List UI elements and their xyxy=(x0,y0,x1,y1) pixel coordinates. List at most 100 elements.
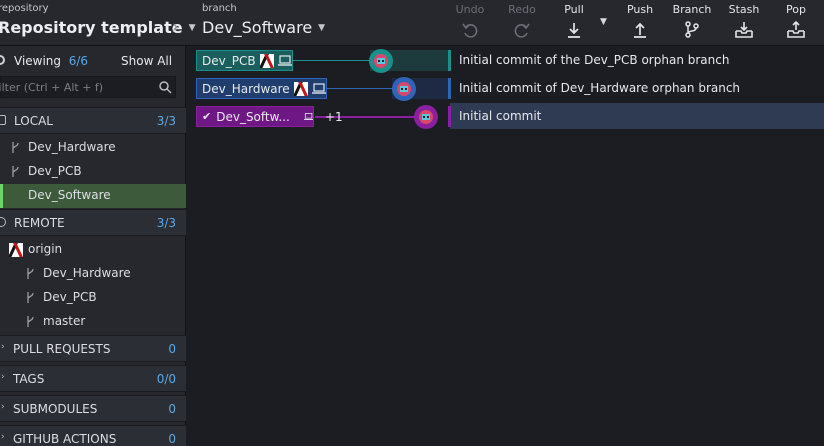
remote-branch-label: Dev_Hardware xyxy=(43,266,131,280)
push-label: Push xyxy=(626,3,654,16)
viewing-label: Viewing xyxy=(14,54,62,68)
pull-requests-title: PULL REQUESTS xyxy=(13,342,111,356)
local-title: LOCAL xyxy=(14,114,53,128)
branch-icon xyxy=(685,21,699,38)
stash-button[interactable]: Stash xyxy=(718,3,770,39)
avatar-glyph xyxy=(374,54,388,68)
undo-label: Undo xyxy=(455,3,485,16)
author-avatar-icon xyxy=(414,105,438,129)
remote-branch-label: Dev_PCB xyxy=(43,290,97,304)
local-branch-label: Dev_Software xyxy=(28,188,111,202)
pull-label: Pull xyxy=(564,3,584,16)
laptop-icon xyxy=(303,113,313,120)
branch-button[interactable]: Branch xyxy=(666,3,718,39)
commit-row[interactable]: Dev_PCB Initial commit of the Dev_PCB or… xyxy=(187,47,824,73)
remote-origin-label: origin xyxy=(28,242,63,256)
submodules-title: SUBMODULES xyxy=(13,402,98,416)
submodules-count: 0 xyxy=(168,402,176,416)
commit-row[interactable]: Dev_Hardware Initial commit of Dev_Hardw… xyxy=(187,75,824,101)
pull-requests-count: 0 xyxy=(168,342,176,356)
filter-input[interactable] xyxy=(0,77,143,97)
stash-label: Stash xyxy=(728,3,760,16)
branch-selector[interactable]: Dev_Software ▼ xyxy=(202,18,325,37)
chevron-right-icon: › xyxy=(1,342,5,352)
branch-tag-label: Dev_PCB xyxy=(202,53,256,68)
local-count: 3/3 xyxy=(156,114,176,128)
commit-message: Initial commit of Dev_Hardware orphan br… xyxy=(459,81,741,95)
submodules-section-header[interactable]: › SUBMODULES 0 xyxy=(0,395,186,422)
branch-tag-label: Dev_Softw... xyxy=(216,109,290,124)
local-branch-label: Dev_Hardware xyxy=(28,140,116,154)
local-branch-label: Dev_PCB xyxy=(28,164,82,178)
laptop-icon xyxy=(277,55,292,66)
viewing-bar: Viewing 6/6 Show All xyxy=(0,52,186,70)
chevron-right-icon: › xyxy=(1,432,5,442)
branch-color-stripe xyxy=(448,50,451,71)
branch-tag-dev-hardware[interactable]: Dev_Hardware xyxy=(196,78,327,99)
active-indicator xyxy=(0,184,3,208)
remote-title: REMOTE xyxy=(14,216,65,230)
viewing-count: 6/6 xyxy=(68,54,88,68)
local-branch-item[interactable]: Dev_PCB xyxy=(0,160,186,184)
branch-label: Branch xyxy=(672,3,712,16)
branch-color-stripe xyxy=(448,78,451,99)
pull-options-caret-icon[interactable]: ▼ xyxy=(600,17,607,27)
chevron-right-icon: › xyxy=(1,372,5,382)
undo-button[interactable]: Undo xyxy=(444,3,496,39)
avatar-glyph xyxy=(397,82,411,96)
caret-down-icon: ▼ xyxy=(188,22,196,33)
push-icon xyxy=(634,22,646,38)
tags-section-header[interactable]: › TAGS 0/0 xyxy=(0,365,186,392)
repo-name: Repository template xyxy=(0,18,183,37)
branch-tag-label: Dev_Hardware xyxy=(202,81,290,96)
chevron-right-icon: › xyxy=(1,402,5,412)
pull-icon xyxy=(568,23,580,38)
avatar-glyph xyxy=(419,110,433,124)
repo-selector[interactable]: Repository template ▼ xyxy=(0,18,195,37)
branch-color-stripe xyxy=(448,106,451,127)
redo-button[interactable]: Redo xyxy=(496,3,548,39)
branch-icon xyxy=(12,166,19,177)
caret-down-icon: ▼ xyxy=(318,22,326,33)
pop-label: Pop xyxy=(786,3,806,16)
author-avatar-icon xyxy=(392,77,416,101)
remote-avatar-icon xyxy=(9,243,23,257)
branch-icon xyxy=(12,142,19,153)
commit-graph: Dev_PCB Initial commit of the Dev_PCB or… xyxy=(187,46,824,446)
remote-section-header[interactable]: REMOTE 3/3 xyxy=(0,209,186,236)
remote-branch-item[interactable]: master xyxy=(0,310,186,334)
pop-icon xyxy=(787,21,805,38)
extra-refs-badge[interactable]: +1 xyxy=(325,110,343,124)
local-branch-item[interactable]: Dev_Hardware xyxy=(0,136,186,160)
connector-line xyxy=(287,60,377,61)
github-actions-count: 0 xyxy=(168,432,176,446)
tags-count: 0/0 xyxy=(156,372,176,386)
github-actions-section-header[interactable]: › GITHUB ACTIONS 0 xyxy=(0,425,186,446)
pop-button[interactable]: Pop xyxy=(770,3,822,39)
push-button[interactable]: Push xyxy=(614,3,666,39)
remote-avatar-icon xyxy=(293,81,308,96)
redo-label: Redo xyxy=(508,3,536,16)
cloud-icon xyxy=(0,217,6,227)
show-all-button[interactable]: Show All xyxy=(121,54,172,68)
author-avatar-icon xyxy=(369,49,393,73)
branch-tag-dev-pcb[interactable]: Dev_PCB xyxy=(196,50,293,71)
repo-caption: repository xyxy=(0,3,49,14)
branch-icon xyxy=(27,268,34,279)
undo-icon xyxy=(462,23,478,38)
local-section-header[interactable]: LOCAL 3/3 xyxy=(0,107,186,134)
remote-branch-item[interactable]: Dev_PCB xyxy=(0,286,186,310)
pull-button[interactable]: Pull xyxy=(548,3,600,39)
laptop-icon xyxy=(311,83,326,94)
chevron-right-icon: › xyxy=(172,17,179,37)
pull-requests-section-header[interactable]: › PULL REQUESTS 0 xyxy=(0,335,186,362)
remote-avatar-icon xyxy=(259,53,274,68)
commit-row-selected[interactable]: ✔ Dev_Softw... +1 Initial commit xyxy=(187,103,824,129)
remote-origin-item[interactable]: origin xyxy=(0,238,186,262)
stash-icon xyxy=(735,22,753,38)
sidebar: Viewing 6/6 Show All LOCAL 3/3 Dev_Hardw… xyxy=(0,46,186,446)
remote-branch-item[interactable]: Dev_Hardware xyxy=(0,262,186,286)
branch-tag-dev-software[interactable]: ✔ Dev_Softw... xyxy=(196,106,314,127)
remote-count: 3/3 xyxy=(156,216,176,230)
local-branch-item-active[interactable]: Dev_Software xyxy=(0,184,186,208)
